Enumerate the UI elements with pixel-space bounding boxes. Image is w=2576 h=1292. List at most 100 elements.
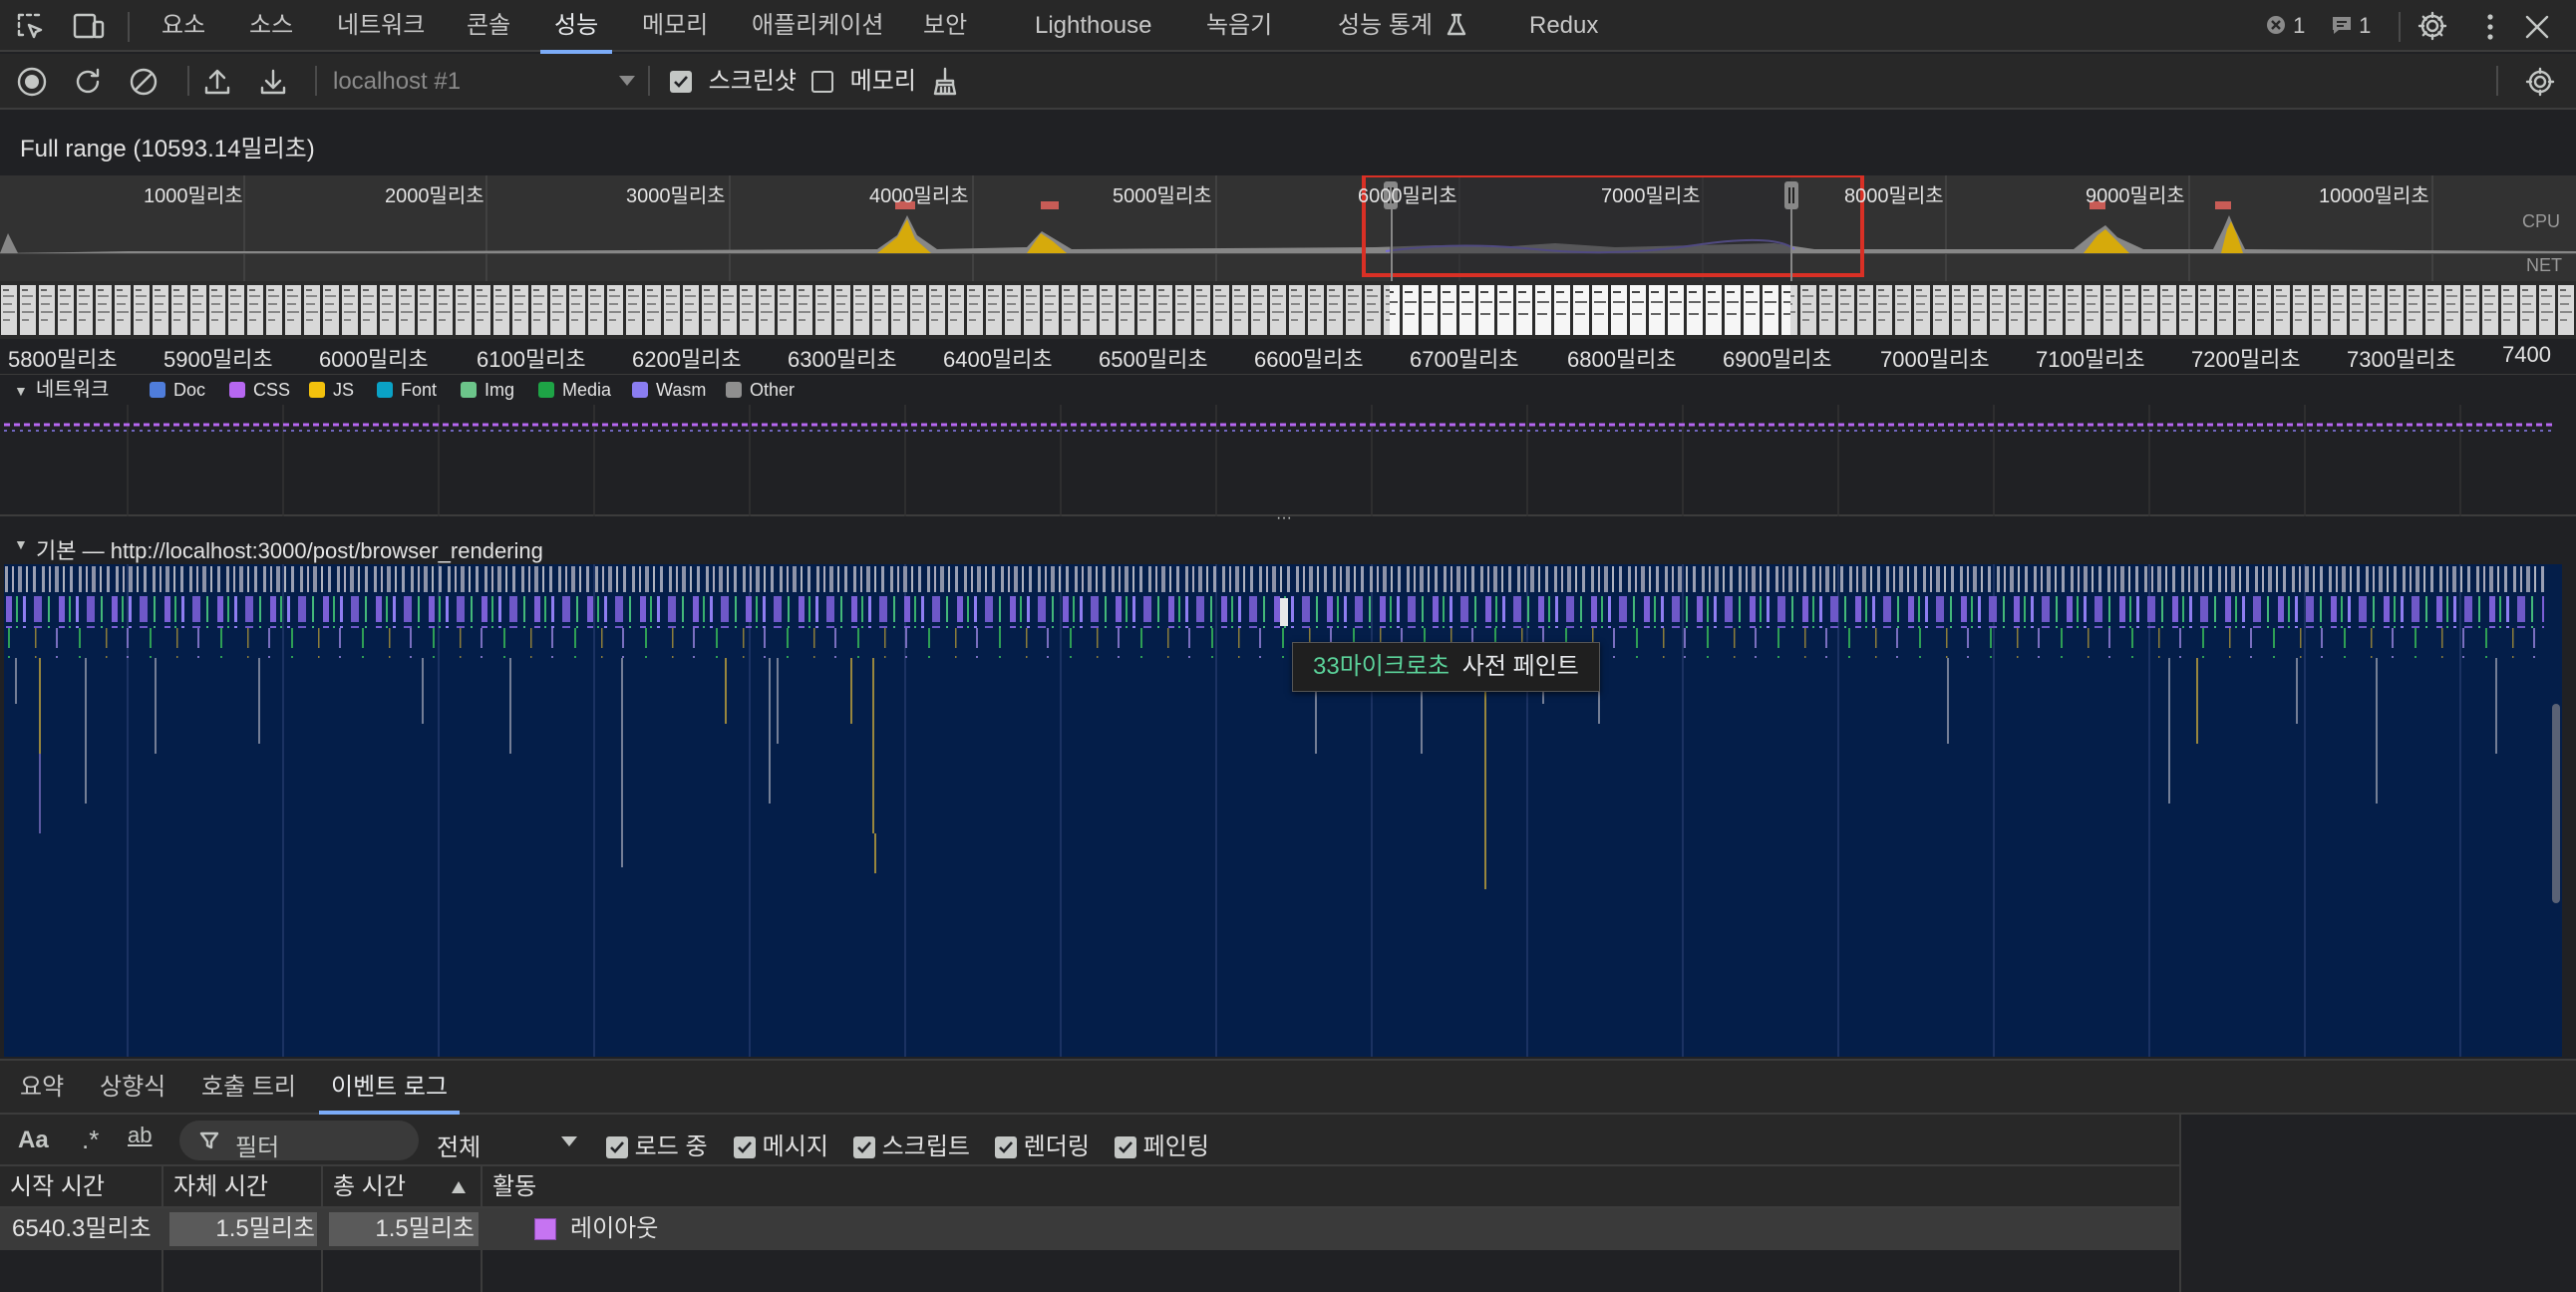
target-select[interactable]: localhost #1: [317, 60, 644, 102]
match-case-icon[interactable]: Aa: [18, 1127, 49, 1154]
tab-bottom-up[interactable]: 상향식: [100, 1061, 165, 1115]
ruler-tick: 6400밀리초: [943, 347, 1053, 372]
error-count: 1: [2293, 13, 2306, 38]
net-label: NET: [2526, 255, 2562, 275]
filter-input[interactable]: 필터: [179, 1121, 419, 1161]
legend-img-swatch: [461, 382, 477, 398]
legend-font: Font: [377, 375, 437, 405]
network-track-title: 네트워크: [35, 379, 110, 401]
filter-scripting-checkbox[interactable]: 스크립트: [853, 1127, 970, 1161]
close-devtools-icon[interactable]: [2522, 12, 2552, 42]
overview-tick: 5000밀리초: [1113, 185, 1212, 207]
tab-console[interactable]: 콘솔: [467, 0, 510, 52]
message-count: 1: [2359, 13, 2372, 38]
legend-other-swatch: [726, 382, 742, 398]
main-track-title: 기본 — http://localhost:3000/post/browser_…: [36, 538, 543, 563]
network-track-header[interactable]: ▼ 네트워크: [14, 375, 109, 405]
ruler-tick: 7200밀리초: [2191, 347, 2301, 372]
tab-performance-insights[interactable]: 성능 통계: [1338, 0, 1467, 52]
memory-checkbox-label: 메모리: [849, 68, 916, 95]
device-toolbar-icon[interactable]: [72, 12, 106, 42]
tab-memory[interactable]: 메모리: [642, 0, 708, 52]
filter-input-placeholder: 필터: [235, 1134, 280, 1161]
filter-painting-checkbox[interactable]: 페인팅: [1115, 1127, 1209, 1161]
event-log-table: 시작 시간 자체 시간 총 시간 활동 6540.3밀리초 1.5밀리초 1.5…: [0, 1166, 2179, 1292]
target-select-value: localhost #1: [333, 68, 462, 95]
overview-tick: 9000밀리초: [2086, 185, 2185, 207]
ruler-tick: 6800밀리초: [1567, 347, 1677, 372]
column-header-start-time[interactable]: 시작 시간: [0, 1166, 163, 1208]
tab-call-tree[interactable]: 호출 트리: [201, 1061, 296, 1115]
full-range-label: Full range (10593.14밀리초): [20, 136, 315, 162]
table-row[interactable]: 6540.3밀리초 1.5밀리초 1.5밀리초 레이아웃: [0, 1208, 2179, 1250]
ruler-tick: 6600밀리초: [1254, 347, 1364, 372]
tab-application[interactable]: 애플리케이션: [752, 0, 883, 52]
overview-tick: 10000밀리초: [2319, 185, 2429, 207]
clear-icon[interactable]: [128, 66, 160, 98]
record-icon[interactable]: [16, 66, 48, 98]
row-start-time: 6540.3밀리초: [12, 1215, 152, 1242]
overview-tick: 8000밀리초: [1844, 185, 1944, 207]
tab-network[interactable]: 네트워크: [337, 0, 425, 52]
legend-font-swatch: [377, 382, 393, 398]
upload-profile-icon[interactable]: [201, 66, 233, 98]
column-header-total-time[interactable]: 총 시간: [323, 1166, 483, 1208]
details-side-pane: [2179, 1115, 2576, 1292]
capture-settings-gear-icon[interactable]: [2524, 66, 2556, 98]
error-counter[interactable]: 1: [2265, 0, 2305, 52]
column-header-self-time[interactable]: 자체 시간: [163, 1166, 323, 1208]
screenshot-checkbox-box[interactable]: [670, 71, 692, 93]
flame-chart[interactable]: [4, 564, 2562, 1057]
row-activity-swatch: [534, 1218, 556, 1240]
filter-rendering-checkbox[interactable]: 렌더링: [995, 1127, 1090, 1161]
tab-security[interactable]: 보안: [923, 0, 967, 52]
tab-elements[interactable]: 요소: [161, 0, 205, 52]
legend-js: JS: [309, 375, 354, 405]
filter-messages-checkbox[interactable]: 메시지: [734, 1127, 828, 1161]
filter-loading-checkbox[interactable]: 로드 중: [606, 1127, 708, 1161]
ruler-tick: 7000밀리초: [1880, 347, 1990, 372]
tooltip-label: 사전 페인트: [1461, 653, 1579, 680]
overview-tick: 2000밀리초: [385, 185, 484, 207]
details-tab-bar: 요약 상향식 호출 트리 이벤트 로그: [0, 1059, 2576, 1115]
cpu-label: CPU: [2522, 211, 2561, 231]
tab-summary[interactable]: 요약: [20, 1061, 64, 1115]
more-options-icon[interactable]: [2476, 12, 2504, 42]
ruler-tick: 6200밀리초: [632, 347, 742, 372]
reload-record-icon[interactable]: [72, 66, 104, 98]
whole-word-icon[interactable]: ab: [128, 1123, 152, 1148]
legend-img: Img: [461, 375, 514, 405]
legend-css-swatch: [229, 382, 245, 398]
tab-redux[interactable]: Redux: [1529, 0, 1598, 52]
garbage-collect-broom-icon[interactable]: [929, 66, 961, 98]
memory-checkbox-box[interactable]: [811, 71, 833, 93]
tab-event-log[interactable]: 이벤트 로그: [318, 1061, 461, 1115]
legend-wasm: Wasm: [632, 375, 706, 405]
column-header-activity[interactable]: 활동: [483, 1166, 2179, 1208]
tab-sources[interactable]: 소스: [249, 0, 293, 52]
category-select[interactable]: 전체: [429, 1121, 586, 1161]
tab-lighthouse[interactable]: Lighthouse: [1035, 0, 1151, 52]
network-track[interactable]: ▼ 네트워크 Doc CSS JS Font Img Media Wasm Oth…: [0, 375, 2576, 516]
screenshot-checkbox[interactable]: 스크린샷: [670, 64, 797, 100]
range-bar: Full range (10593.14밀리초): [0, 112, 2576, 175]
regex-icon[interactable]: .*: [82, 1125, 99, 1155]
tab-recorder[interactable]: 녹음기: [1206, 0, 1272, 52]
timeline-overview[interactable]: 1000밀리초 2000밀리초 3000밀리초 4000밀리초 5000밀리초 …: [0, 175, 2576, 283]
memory-checkbox[interactable]: 메모리: [811, 64, 916, 100]
download-profile-icon[interactable]: [257, 66, 289, 98]
ruler-tick: 6100밀리초: [477, 347, 586, 372]
ruler-tick: 6900밀리초: [1723, 347, 1832, 372]
main-track-header[interactable]: ▼ 기본 — http://localhost:3000/post/browse…: [0, 528, 2576, 564]
ruler-tick: 5900밀리초: [163, 347, 273, 372]
resize-handle[interactable]: ···: [1276, 510, 1304, 526]
screenshot-filmstrip[interactable]: [0, 281, 2576, 339]
row-self-time: 1.5밀리초: [215, 1215, 315, 1242]
settings-gear-icon[interactable]: [2416, 10, 2448, 42]
legend-doc: Doc: [150, 375, 205, 405]
legend-media-swatch: [538, 382, 554, 398]
inspect-element-icon[interactable]: [16, 12, 46, 42]
message-counter[interactable]: 1: [2331, 0, 2371, 52]
tab-performance[interactable]: 성능: [539, 0, 613, 54]
overview-tick: 7000밀리초: [1601, 185, 1701, 207]
